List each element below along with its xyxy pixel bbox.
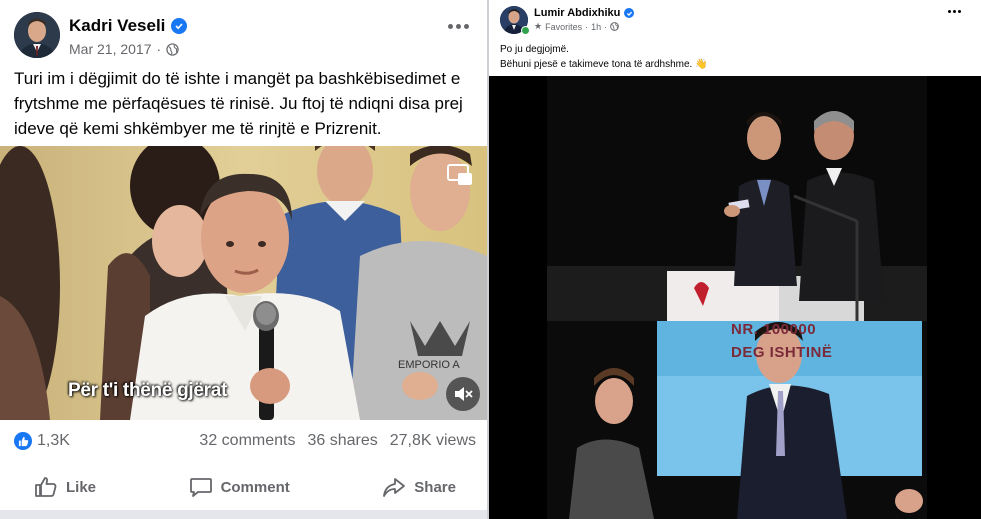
bottom-scrollbar[interactable] (0, 510, 487, 519)
author-avatar[interactable] (14, 12, 60, 58)
more-icon (948, 10, 951, 13)
meta-separator-2: · (604, 21, 608, 32)
comment-button[interactable]: Comment (169, 470, 310, 504)
comments-count[interactable]: 32 comments (199, 432, 295, 450)
verified-icon (624, 8, 635, 18)
post-video[interactable]: NR. 100000 DEG ISHTINË (489, 76, 981, 519)
share-label: Share (414, 478, 456, 496)
meta-separator: · (156, 41, 162, 57)
stats-right: 32 comments 36 shares 27,8K views (199, 432, 476, 450)
verified-icon (171, 18, 188, 34)
meta-separator: · (585, 21, 589, 32)
sign-line-1: NR. 100000 (731, 321, 817, 338)
video-frame (489, 76, 981, 519)
post-actions: Like Comment Share (14, 470, 476, 504)
pip-icon (447, 164, 472, 185)
globe-icon (610, 22, 619, 31)
mute-button[interactable] (446, 377, 480, 411)
online-status-dot (521, 26, 530, 35)
favorites-label[interactable]: Favorites (545, 22, 582, 32)
post-text: Po ju degjojmë. Bëhuni pjesë e takimeve … (500, 42, 708, 72)
post-date[interactable]: Mar 21, 2017 (69, 41, 152, 57)
more-options-button[interactable] (948, 10, 961, 13)
likes-count[interactable]: 1,3K (37, 432, 70, 450)
comment-icon (189, 478, 212, 497)
author-name-text[interactable]: Kadri Veseli (69, 16, 165, 36)
share-button[interactable]: Share (362, 470, 476, 504)
like-icon (35, 477, 57, 497)
post-header: Kadri Veseli Mar 21, 2017 · (14, 12, 477, 62)
post-text: Turi im i dëgjimit do të ishte i mangët … (14, 69, 463, 138)
views-count: 27,8K views (389, 432, 476, 449)
comment-label: Comment (220, 478, 290, 496)
post-text-line-2: Bëhuni pjesë e takimeve tona të ardhshme… (500, 59, 708, 70)
post-stats: 1,3K 32 comments 36 shares 27,8K views (14, 430, 476, 456)
reaction-count[interactable]: 1,3K (14, 432, 70, 450)
author-name[interactable]: Lumir Abdixhiku (534, 7, 635, 19)
globe-icon (166, 42, 179, 56)
post-time[interactable]: 1h (591, 22, 601, 32)
video-frame: EMPORIO A (0, 146, 487, 420)
post-video[interactable]: EMPORIO A (0, 146, 487, 420)
post-text-line-1: Po ju degjojmë. (500, 44, 569, 55)
post-meta: ★ Favorites · 1h · (534, 21, 619, 32)
like-button[interactable]: Like (14, 470, 116, 504)
share-icon (383, 478, 406, 497)
video-caption: Për t'i thënë gjërat (68, 380, 228, 401)
shares-count[interactable]: 36 shares (307, 432, 377, 450)
like-label: Like (66, 478, 97, 496)
author-name-text[interactable]: Lumir Abdixhiku (534, 7, 620, 19)
mute-icon (455, 387, 473, 401)
post-meta: Mar 21, 2017 · (69, 41, 179, 57)
picture-in-picture-button[interactable] (447, 164, 473, 186)
star-icon: ★ (534, 21, 543, 31)
like-reaction-icon (14, 432, 32, 450)
shirt-brand-text: EMPORIO A (398, 359, 460, 371)
right-post: Lumir Abdixhiku ★ Favorites · 1h · Po ju… (489, 0, 981, 519)
more-options-button[interactable] (443, 16, 473, 36)
author-name[interactable]: Kadri Veseli (69, 16, 188, 36)
more-icon (447, 23, 453, 29)
sign-line-2: DEG ISHTINË (731, 344, 833, 361)
left-post: Kadri Veseli Mar 21, 2017 · Turi im i dë… (0, 0, 487, 519)
